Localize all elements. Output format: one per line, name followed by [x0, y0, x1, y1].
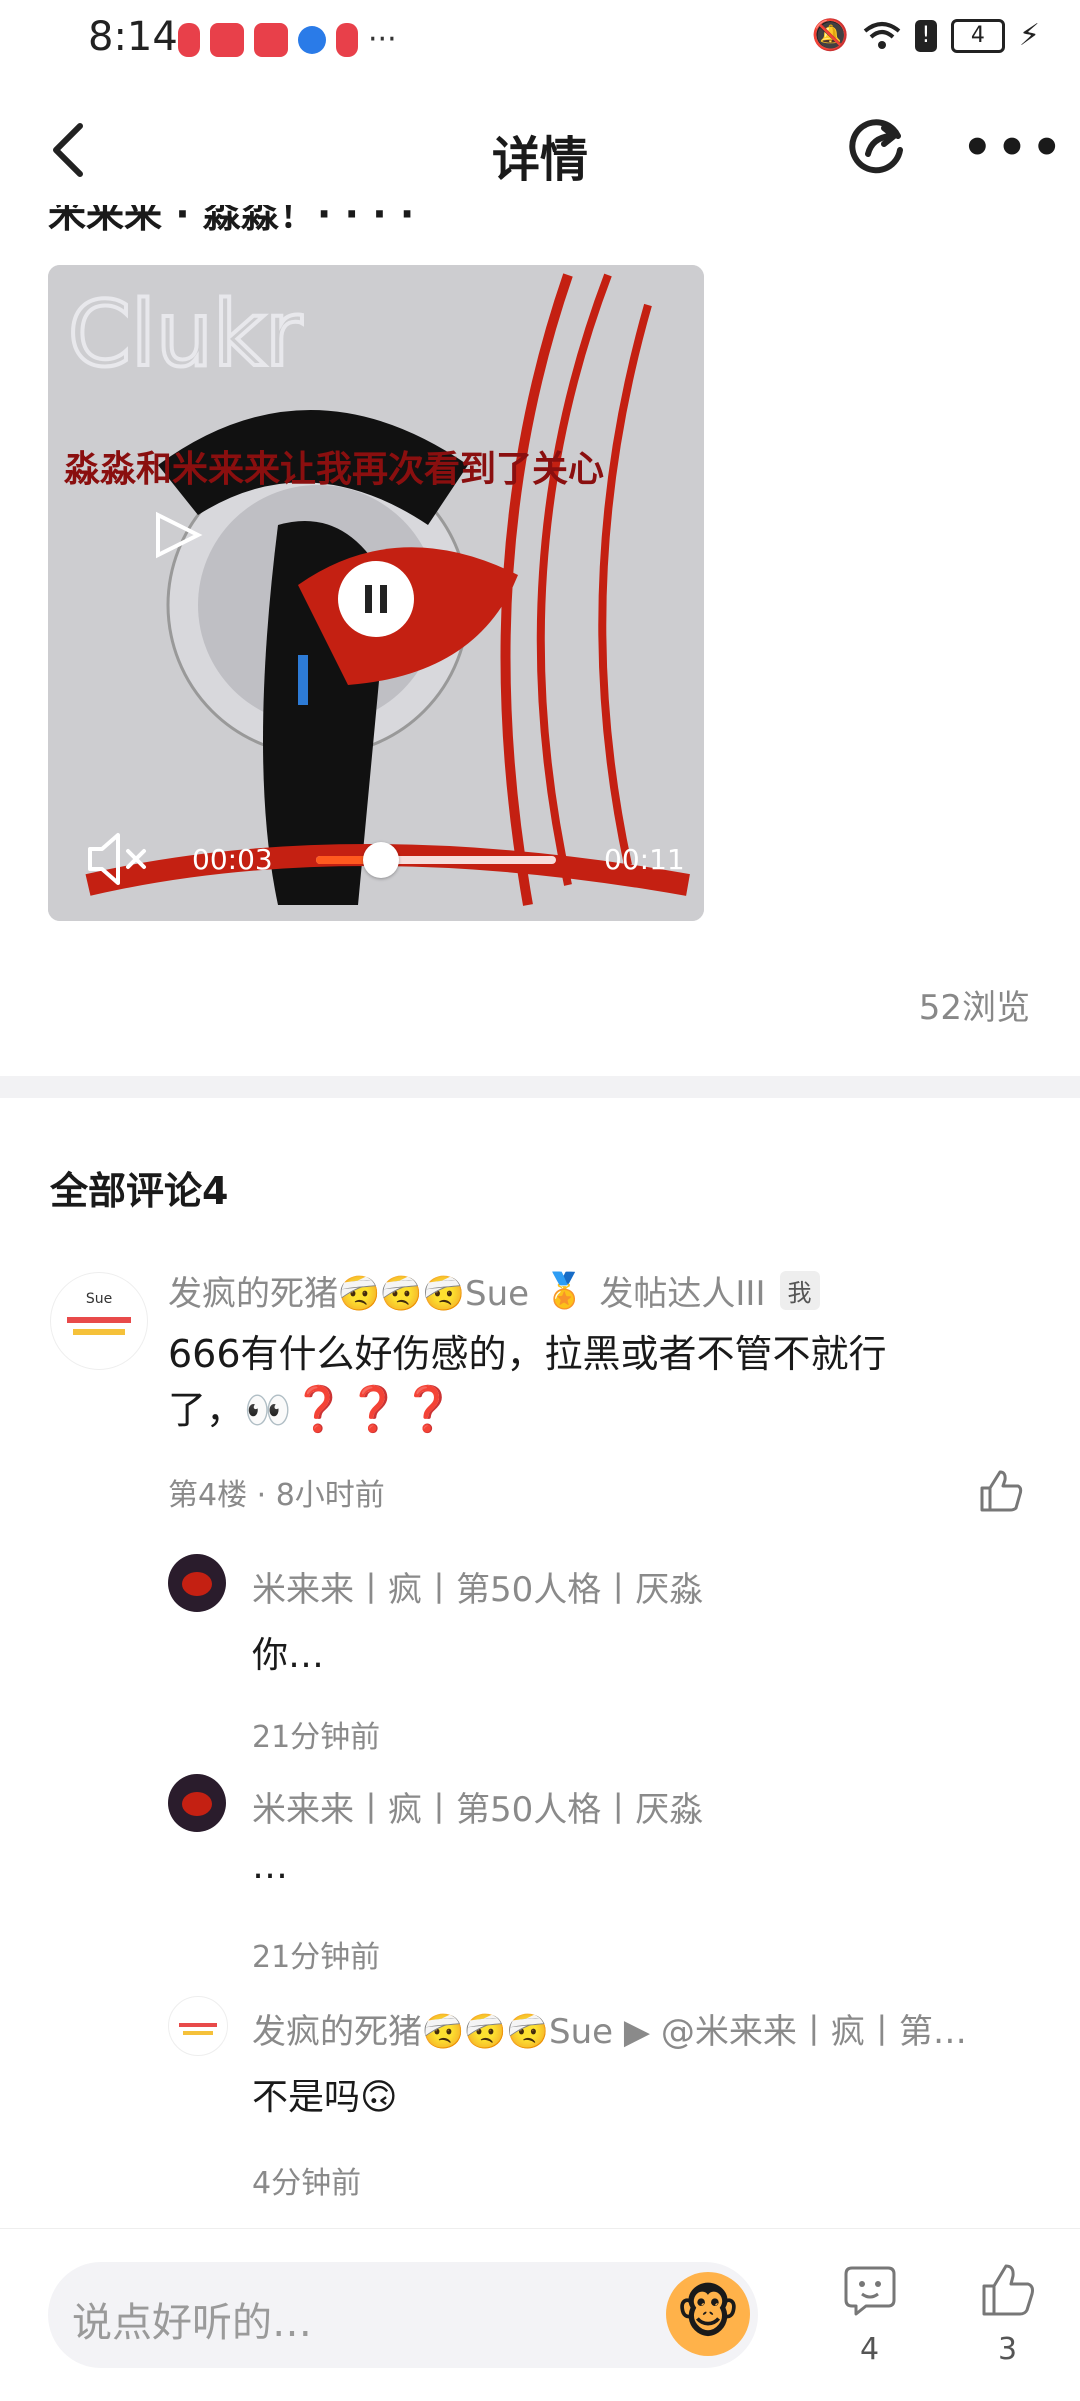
question-mark-emoji: ❓ [400, 1384, 456, 1435]
share-icon[interactable] [846, 114, 908, 176]
huawei-app-icon [254, 22, 288, 57]
view-count: 52浏览 [918, 988, 1030, 1028]
reply-text: 不是吗🙃 [252, 2077, 398, 2118]
reply-username[interactable]: 米来来丨疯丨第50人格丨厌淼 [252, 1562, 703, 1611]
comment-floor-time: 第4楼 · 8小时前 [168, 1478, 385, 1513]
reply-username[interactable]: 米来来丨疯丨第50人格丨厌淼 [252, 1782, 703, 1831]
avatar[interactable]: Sue [50, 1272, 148, 1370]
more-options-icon[interactable]: ••• [962, 120, 1066, 176]
app-notification-icon [336, 22, 358, 57]
reply-text: … [252, 1846, 288, 1887]
like-count: 3 [998, 2332, 1018, 2367]
mute-icon[interactable] [86, 831, 150, 887]
video-current-time: 00:03 [192, 843, 273, 876]
me-badge: 我 [779, 1271, 820, 1310]
pause-icon [365, 585, 387, 613]
section-divider [0, 1076, 1080, 1098]
mute-bell-icon: 🔕 [811, 18, 849, 53]
comment-count: 4 [860, 2332, 880, 2367]
pause-button[interactable] [338, 561, 414, 637]
comment-icon[interactable] [842, 2262, 898, 2318]
post-text-clip: 米来来 · 淼淼！· · · · [48, 205, 1048, 235]
comment-header: 发疯的死猪🤕🤕🤕Sue 🏅 发帖达人III 我 [168, 1266, 820, 1315]
like-icon[interactable] [980, 2262, 1036, 2318]
emoji-mascot-icon[interactable]: 🐵 [666, 2272, 750, 2356]
comment-text: 666有什么好伤感的，拉黑或者不管不就行 了，👀 ❓ ❓ ❓ [168, 1326, 1028, 1438]
wifi-icon [863, 21, 901, 49]
progress-handle[interactable] [362, 842, 399, 878]
avatar[interactable] [168, 1996, 228, 2056]
video-total-time: 00:11 [604, 843, 685, 876]
notification-icons: ··· [178, 22, 397, 57]
comment-input-placeholder: 说点好听的… [72, 2300, 312, 2346]
browser-icon [298, 25, 326, 54]
like-icon[interactable] [978, 1468, 1024, 1514]
status-time: 8:14 [88, 14, 178, 60]
level-medal-icon: 🏅 [543, 1270, 586, 1311]
status-right: 🔕 ! 4 ⚡ [812, 18, 1040, 53]
page-title: 详情 [491, 132, 588, 188]
reply-time: 21分钟前 [252, 1720, 381, 1755]
progress-track[interactable] [316, 842, 556, 878]
more-notifications-icon: ··· [368, 22, 397, 57]
huawei-app-icon [210, 22, 244, 57]
battery-icon: 4 [950, 18, 1005, 53]
app-notification-icon [178, 22, 200, 57]
reply-username[interactable]: 发疯的死猪🤕🤕🤕Sue ▶ @米来来丨疯丨第… [252, 2004, 967, 2053]
alert-icon: ! [914, 19, 937, 52]
comments-title: 全部评论4 [50, 1169, 229, 1213]
reply-time: 21分钟前 [252, 1940, 381, 1975]
video-player[interactable]: Clukr 淼淼和米来来让我再次看到了关心 00:03 00:11 [48, 265, 704, 921]
comment-username[interactable]: 发疯的死猪🤕🤕🤕Sue [168, 1266, 529, 1315]
question-mark-emoji: ❓ [346, 1384, 401, 1435]
title-badge: 发帖达人III [599, 1274, 766, 1314]
question-mark-emoji: ❓ [291, 1384, 347, 1435]
comment-text-line1: 666有什么好伤感的，拉黑或者不管不就行 [168, 1332, 887, 1376]
post-text: 米来来 · 淼淼！· · · · [48, 205, 415, 235]
charging-icon: ⚡ [1018, 18, 1040, 53]
comment-text-line2: 了，👀 [168, 1388, 292, 1432]
svg-text:Clukr: Clukr [68, 282, 302, 387]
reply-text: 你… [252, 1635, 325, 1676]
video-caption: 淼淼和米来来让我再次看到了关心 [64, 449, 605, 490]
avatar[interactable] [168, 1554, 226, 1612]
avatar[interactable] [168, 1774, 226, 1832]
comment-text-line2-row: 了，👀 ❓ ❓ ❓ [168, 1382, 1028, 1438]
reply-time: 4分钟前 [252, 2166, 362, 2201]
